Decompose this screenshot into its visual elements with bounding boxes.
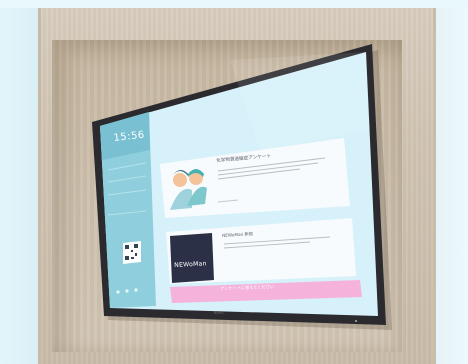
monitor-brand-logo: BenQ: [214, 310, 224, 315]
photo: 15:56 化学物質過敏症アンケート NEWoMan 新宿 NEWoMan アン…: [0, 0, 468, 364]
newoman-logo-tile: [170, 233, 214, 283]
qr-code-icon: [123, 241, 141, 264]
digital-signage-display: [92, 44, 392, 330]
